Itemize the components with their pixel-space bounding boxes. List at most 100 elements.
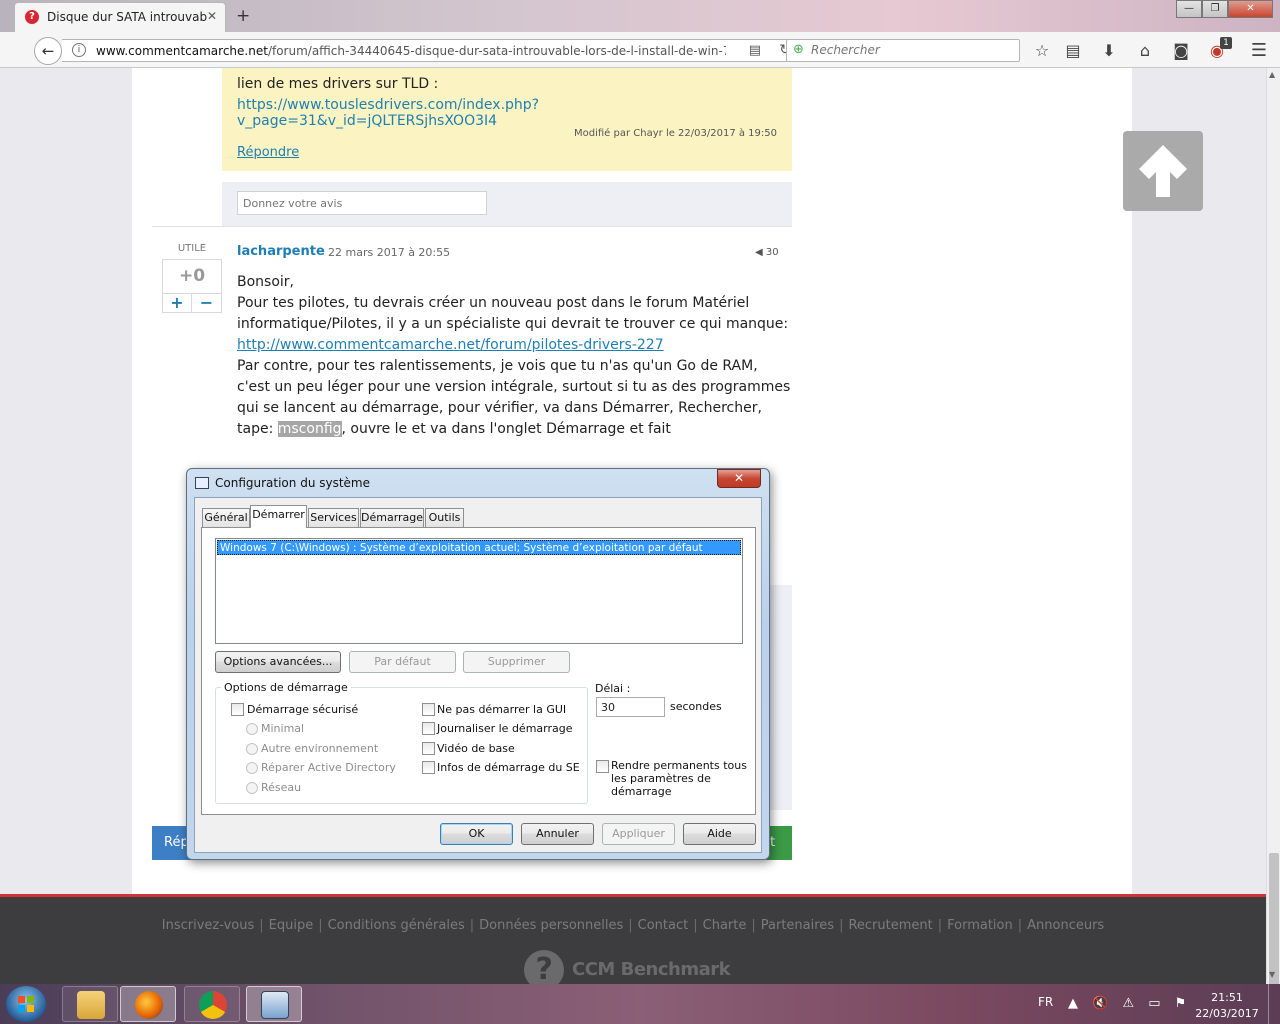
vote-count: +0 [178,266,206,286]
radio-active-directory-label: Réparer Active Directory [261,761,396,774]
menu-icon[interactable]: ☰ [1248,40,1270,62]
utile-label: UTILE [177,243,207,254]
footer-link[interactable]: Formation [947,918,1013,933]
browser-tab[interactable]: ? Disque dur SATA introuvab... ✕ [14,2,226,32]
ok-button[interactable]: OK [440,823,513,845]
clock-date: 22/03/2017 [1195,1007,1259,1020]
downloads-icon[interactable]: ⬇ [1098,40,1120,62]
radio-network-label: Réseau [261,781,302,794]
os-list-item[interactable]: Windows 7 (C:\Windows) : Système d’explo… [217,540,741,555]
opinion-input[interactable] [237,191,487,215]
modified-note: Modifié par Chayr le 22/03/2017 à 19:50 [574,128,777,139]
pocket-icon[interactable]: ◙ [1170,40,1192,62]
bookmarks-library-icon[interactable]: ▤ [1062,40,1084,62]
window-close-button[interactable]: ✕ [1228,0,1273,18]
footer-link[interactable]: Equipe [269,918,314,933]
delay-unit-label: secondes [670,700,722,713]
ccm-favicon-icon: ? [25,10,39,24]
dialog-close-button[interactable]: ✕ [717,469,761,488]
scroll-down-icon[interactable]: ▼ [1269,970,1275,979]
dialog-title: Configuration du système [215,476,370,490]
no-gui-checkbox[interactable] [422,703,435,716]
search-box[interactable]: ⊕ [786,39,1020,62]
taskbar-explorer[interactable] [62,986,118,1022]
language-indicator[interactable]: FR [1038,995,1053,1009]
page-scrollbar[interactable]: ▲ ▼ [1266,68,1280,1013]
base-video-label: Vidéo de base [437,742,515,755]
home-icon[interactable]: ⌂ [1134,40,1156,62]
apply-button[interactable]: Appliquer [602,823,675,845]
footer-link[interactable]: Charte [703,918,747,933]
post-author[interactable]: lacharpente [237,244,325,259]
delete-button[interactable]: Supprimer [463,651,570,673]
back-button[interactable]: ← [34,37,62,65]
tab-services[interactable]: Services [308,508,359,527]
taskbar-clock[interactable]: 21:51 22/03/2017 [1192,990,1262,1022]
radio-minimal[interactable] [246,723,258,735]
tab-title: Disque dur SATA introuvab... [47,10,207,24]
drivers-link[interactable]: https://www.touslesdrivers.com/index.php… [237,97,792,129]
forum-link[interactable]: http://www.commentcamarche.net/forum/pil… [237,337,664,353]
base-video-checkbox[interactable] [422,742,435,755]
footer-link[interactable]: Annonceurs [1027,918,1104,933]
bookmark-star-icon[interactable]: ☆ [1031,40,1053,62]
system-tray-icons[interactable]: ▲ 🔇 ⚠ ▭ ⚑ [1068,996,1186,1011]
radio-alternate-shell[interactable] [246,743,258,755]
make-permanent-checkbox[interactable] [596,760,609,773]
scroll-to-top-button[interactable] [1123,131,1203,211]
minimize-button[interactable]: — [1176,0,1202,18]
new-tab-button[interactable]: + [236,6,250,26]
radio-network[interactable] [246,782,258,794]
firefox-icon [135,991,163,1019]
delay-input[interactable]: 30 [596,697,665,717]
tab-demarrage[interactable]: Démarrage [360,508,424,527]
post-date: 22 mars 2017 à 20:55 [328,246,451,259]
reader-view-icon[interactable]: ▤ [749,43,761,58]
message-number[interactable]: ◀ 30 [755,247,779,258]
radio-active-directory[interactable] [246,762,258,774]
taskbar-msconfig[interactable] [246,986,302,1022]
os-boot-info-checkbox[interactable] [422,761,435,774]
radio-alternate-shell-label: Autre environnement [261,742,379,755]
taskbar-chrome[interactable] [184,986,240,1022]
search-input[interactable] [811,43,1011,57]
post-greeting: Bonsoir, [237,274,294,290]
footer-link[interactable]: Données personnelles [479,918,623,933]
windows-logo-icon [18,996,34,1012]
help-button[interactable]: Aide [683,823,756,845]
scroll-up-icon[interactable]: ▲ [1269,70,1275,79]
caret-left-icon: ◀ [755,247,766,258]
upvote-button[interactable]: + [163,293,192,313]
previous-post-text: lien de mes drivers sur TLD : [237,76,439,92]
tab-demarrer[interactable]: Démarrer [250,505,307,528]
cancel-button[interactable]: Annuler [521,823,594,845]
boot-log-checkbox[interactable] [422,722,435,735]
tab-outils[interactable]: Outils [425,508,464,527]
url-text[interactable]: www.commentcamarche.net/forum/affich-344… [96,44,726,58]
reply-link[interactable]: Répondre [237,145,299,160]
show-desktop-button[interactable] [1268,984,1280,1024]
start-button[interactable] [6,986,46,1022]
footer-link[interactable]: Partenaires [761,918,834,933]
tab-general[interactable]: Général [202,508,250,527]
post-body: Bonsoir, Pour tes pilotes, tu devrais cr… [237,272,792,440]
vote-box: +0 + − [162,259,222,313]
advanced-options-button[interactable]: Options avancées... [215,651,341,673]
search-engine-icon[interactable]: ⊕ [793,42,804,57]
taskbar-firefox[interactable] [120,986,176,1022]
clock-time: 21:51 [1211,991,1243,1004]
safe-boot-checkbox[interactable] [231,703,244,716]
safe-boot-label: Démarrage sécurisé [247,703,359,716]
downvote-button[interactable]: − [192,293,221,313]
maximize-button[interactable]: ❐ [1202,0,1228,18]
footer-link[interactable]: Conditions générales [328,918,465,933]
tab-close-icon[interactable]: ✕ [207,9,217,23]
site-info-icon[interactable]: i [72,43,86,57]
url-bar[interactable]: i www.commentcamarche.net/forum/affich-3… [62,39,802,62]
footer-link[interactable]: Contact [638,918,689,933]
footer-link[interactable]: Inscrivez-vous [162,918,254,933]
footer-link[interactable]: Recrutement [848,918,932,933]
opinion-bar [222,182,792,226]
set-default-button[interactable]: Par défaut [349,651,456,673]
arrow-up-icon [1139,145,1187,197]
